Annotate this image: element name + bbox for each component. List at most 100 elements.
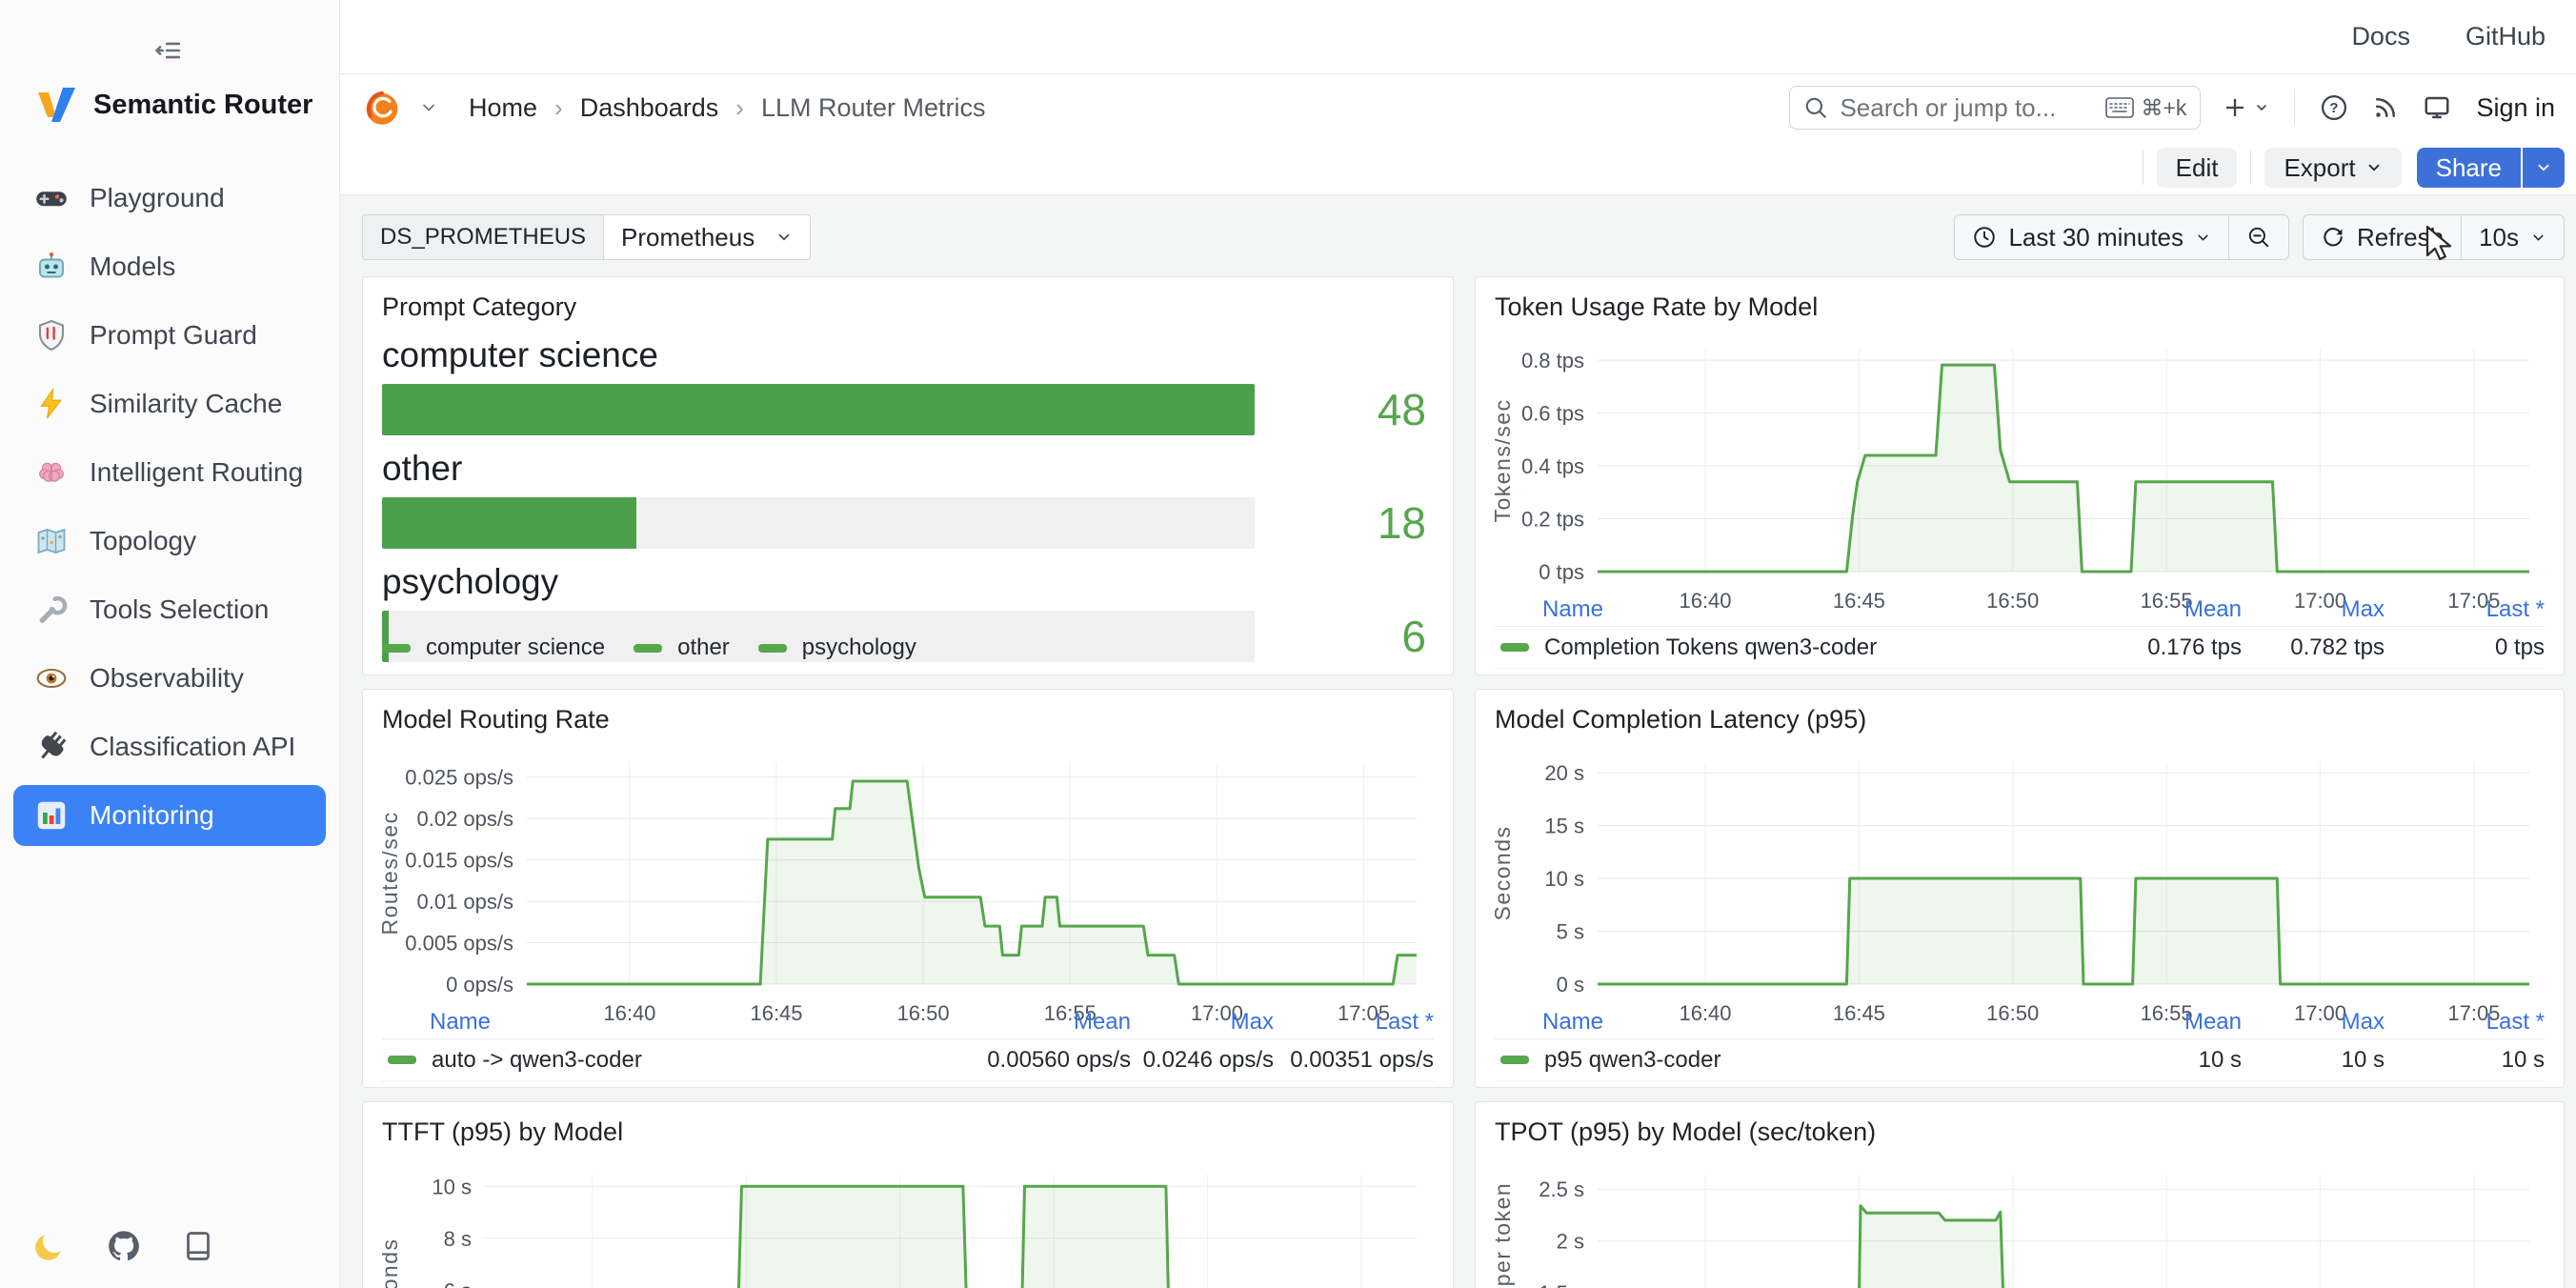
time-range-picker[interactable]: Last 30 minutes: [1955, 215, 2228, 259]
share-button[interactable]: Share: [2417, 148, 2521, 188]
legend-col-last[interactable]: Last *: [1274, 1009, 1434, 1036]
refresh-group: Refresh 10s: [2303, 214, 2565, 260]
sidebar-item-tools-selection[interactable]: Tools Selection: [13, 579, 326, 640]
svg-text:0.01 ops/s: 0.01 ops/s: [416, 890, 513, 914]
kiosk-mode-button[interactable]: [2411, 93, 2463, 122]
legend-series-name[interactable]: p95 qwen3-coder: [1495, 1047, 2042, 1074]
breadcrumb-home[interactable]: Home: [469, 93, 537, 123]
panel-legend: Name Mean Max Last * p95 qwen3-coder 10 …: [1495, 1005, 2545, 1081]
help-button[interactable]: ?: [2308, 93, 2360, 122]
legend-last-value: 0.00351 ops/s: [1274, 1047, 1434, 1074]
sidebar-item-observability[interactable]: Observability: [13, 648, 326, 709]
panel-title[interactable]: TTFT (p95) by Model: [382, 1117, 1434, 1147]
datasource-select[interactable]: Prometheus: [604, 214, 811, 260]
legend-mean-value: 0.176 tps: [2042, 634, 2242, 661]
svg-text:0.4 tps: 0.4 tps: [1521, 454, 1584, 478]
shield-icon: [34, 318, 69, 352]
legend-item[interactable]: psychology: [758, 634, 916, 661]
legend-col-name[interactable]: Name: [382, 1009, 931, 1036]
legend-item[interactable]: computer science: [382, 634, 605, 661]
panel-title[interactable]: Model Routing Rate: [382, 705, 1434, 735]
search-input[interactable]: Search or jump to... ⌘+k: [1789, 86, 2201, 130]
legend-last-value: 0 tps: [2385, 634, 2545, 661]
chevron-down-icon[interactable]: [419, 98, 438, 117]
legend-col-max[interactable]: Max: [2242, 596, 2385, 623]
legend-item[interactable]: other: [634, 634, 730, 661]
panel-title[interactable]: TPOT (p95) by Model (sec/token): [1495, 1117, 2545, 1147]
svg-text:0.025 ops/s: 0.025 ops/s: [405, 766, 513, 790]
legend-max-value: 0.0246 ops/s: [1131, 1047, 1274, 1074]
sidebar-item-monitoring[interactable]: Monitoring: [13, 785, 326, 846]
add-button[interactable]: [2210, 94, 2281, 121]
github-link[interactable]: GitHub: [2465, 22, 2546, 51]
sidebar-item-intelligent-routing[interactable]: Intelligent Routing: [13, 442, 326, 503]
breadcrumb-current: LLM Router Metrics: [761, 93, 986, 123]
docs-link[interactable]: Docs: [2351, 22, 2410, 51]
sidebar-item-label: Intelligent Routing: [90, 457, 303, 488]
zoom-out-button[interactable]: [2228, 215, 2288, 259]
svg-text:5 s: 5 s: [1557, 920, 1584, 944]
panel-title[interactable]: Prompt Category: [382, 292, 1434, 322]
chevron-down-icon: [2195, 230, 2211, 246]
docs-book-icon[interactable]: [181, 1229, 215, 1263]
refresh-button[interactable]: Refresh: [2304, 215, 2461, 259]
collapse-sidebar-icon[interactable]: [153, 34, 186, 71]
bar-label: other: [382, 449, 1434, 489]
svg-text:0.8 tps: 0.8 tps: [1521, 349, 1584, 372]
legend-col-mean[interactable]: Mean: [2042, 1009, 2242, 1036]
series-dash-icon: [1500, 1056, 1529, 1064]
legend-series-name[interactable]: auto -> qwen3-coder: [382, 1047, 931, 1074]
panel-legend: Name Mean Max Last * auto -> qwen3-coder…: [382, 1005, 1434, 1081]
theme-toggle-moon-icon[interactable]: [32, 1229, 67, 1263]
svg-text:0 tps: 0 tps: [1539, 560, 1584, 584]
zoom-out-icon: [2246, 225, 2271, 250]
legend-col-last[interactable]: Last *: [2385, 596, 2545, 623]
grafana-logo-icon[interactable]: [362, 88, 402, 128]
sidebar-item-similarity-cache[interactable]: Similarity Cache: [13, 373, 326, 434]
time-series-chart[interactable]: 1.5 s2 s2.5 s16:4016:4516:5016:5517:0017…: [1495, 1156, 2548, 1288]
legend-series-name[interactable]: Completion Tokens qwen3-coder: [1495, 634, 2042, 661]
sidebar-item-prompt-guard[interactable]: Prompt Guard: [13, 305, 326, 366]
bar-gauge-row: computer science48: [382, 335, 1434, 435]
breadcrumb-dashboards[interactable]: Dashboards: [580, 93, 719, 123]
time-series-chart[interactable]: 6 s8 s10 s16:4016:4516:5016:5517:0017:05…: [382, 1156, 1436, 1288]
github-icon[interactable]: [107, 1229, 141, 1263]
legend-col-max[interactable]: Max: [1131, 1009, 1274, 1036]
divider: [2250, 151, 2251, 185]
news-button[interactable]: [2360, 93, 2411, 122]
sign-in-button[interactable]: Sign in: [2476, 93, 2555, 123]
legend-col-name[interactable]: Name: [1495, 596, 2042, 623]
svg-text:2 s: 2 s: [1557, 1230, 1584, 1254]
sidebar: Semantic Router Playground Models Prompt…: [0, 0, 340, 1288]
panel-title[interactable]: Token Usage Rate by Model: [1495, 292, 2545, 322]
brand-name: Semantic Router: [93, 90, 312, 121]
legend-row: auto -> qwen3-coder 0.00560 ops/s 0.0246…: [382, 1039, 1434, 1081]
legend-col-max[interactable]: Max: [2242, 1009, 2385, 1036]
panel-tpot: TPOT (p95) by Model (sec/token) 1.5 s2 s…: [1475, 1101, 2565, 1288]
share-menu-button[interactable]: [2523, 148, 2565, 188]
panel-routing-rate: Model Routing Rate 0 ops/s0.005 ops/s0.0…: [362, 689, 1454, 1088]
legend-col-mean[interactable]: Mean: [2042, 596, 2242, 623]
chevron-down-icon: [2254, 100, 2269, 115]
legend-col-mean[interactable]: Mean: [931, 1009, 1131, 1036]
sidebar-item-topology[interactable]: Topology: [13, 511, 326, 572]
export-button[interactable]: Export: [2264, 148, 2401, 188]
monitor-icon: [2423, 93, 2451, 122]
sidebar-item-playground[interactable]: Playground: [13, 168, 326, 229]
legend-col-last[interactable]: Last *: [2385, 1009, 2545, 1036]
edit-button[interactable]: Edit: [2157, 148, 2238, 188]
sidebar-item-models[interactable]: Models: [13, 236, 326, 297]
legend-mean-value: 10 s: [2042, 1047, 2242, 1074]
sidebar-item-classification-api[interactable]: Classification API: [13, 716, 326, 777]
brand[interactable]: Semantic Router: [32, 82, 312, 128]
panel-title[interactable]: Model Completion Latency (p95): [1495, 705, 2545, 735]
refresh-interval-select[interactable]: 10s: [2461, 215, 2564, 259]
keyboard-icon: [2105, 97, 2134, 118]
legend-col-name[interactable]: Name: [1495, 1009, 2042, 1036]
sidebar-item-label: Tools Selection: [90, 594, 269, 625]
svg-text:0.015 ops/s: 0.015 ops/s: [405, 849, 513, 873]
sidebar-nav: Playground Models Prompt Guard Similarit…: [13, 168, 326, 854]
rss-icon: [2371, 93, 2400, 122]
svg-text:10 s: 10 s: [432, 1175, 472, 1198]
chevron-down-icon: [2365, 159, 2383, 176]
